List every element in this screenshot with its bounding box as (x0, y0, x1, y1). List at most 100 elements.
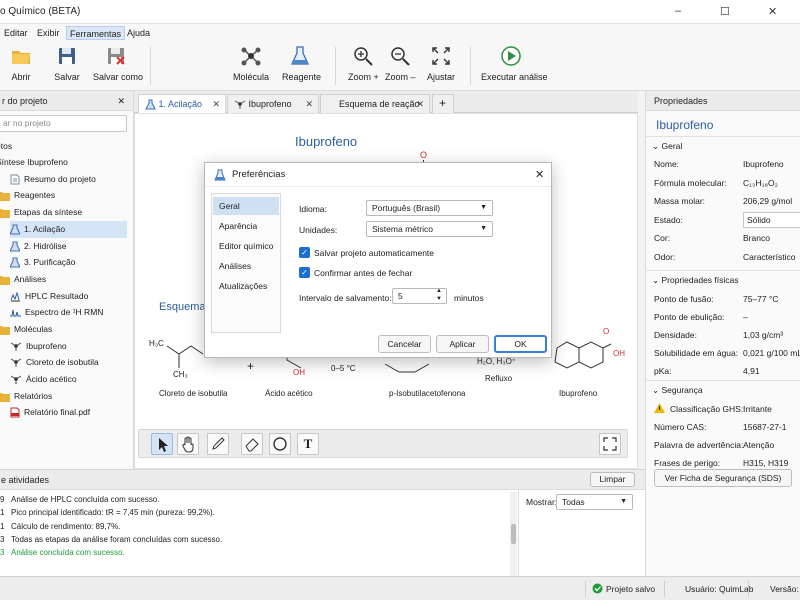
tree-item[interactable]: 2. Hidrólise (10, 238, 134, 255)
language-select[interactable]: Português (Brasil) ▼ (366, 200, 493, 216)
section-general[interactable]: ⌄ Geral (646, 136, 800, 154)
folder-icon (0, 208, 10, 218)
category-item[interactable]: Geral (213, 197, 279, 215)
confirm-close-checkbox[interactable]: ✓ (299, 267, 310, 278)
pencil-tool[interactable] (207, 433, 229, 455)
tab-ibuprofeno[interactable]: Ibuprofeno ✕ (227, 94, 319, 113)
units-value: Sistema métrico (372, 224, 433, 234)
tree-item[interactable]: HPLC Resultado (10, 288, 134, 305)
folder-icon (0, 191, 10, 201)
select-tool[interactable] (151, 433, 173, 455)
reagent-label: Reagente (282, 72, 322, 82)
tree-item[interactable]: Resumo do projeto (10, 171, 134, 188)
run-analysis-label: Executar análise (481, 72, 548, 82)
sds-button[interactable]: Ver Ficha de Segurança (SDS) (654, 469, 792, 487)
warning-icon (654, 403, 665, 413)
tree-item[interactable]: etos (0, 138, 134, 155)
maximize-button[interactable]: ☐ (720, 5, 730, 18)
hand-tool[interactable] (177, 433, 199, 455)
property-row: Nome: Ibuprofeno (646, 155, 800, 173)
cancel-button[interactable]: Cancelar (378, 335, 431, 353)
close-icon[interactable]: ✕ (117, 91, 125, 111)
units-select[interactable]: Sistema métrico ▼ (366, 221, 493, 237)
tree-item[interactable]: Moléculas (0, 321, 134, 338)
new-tab-button[interactable]: + (432, 94, 454, 113)
tree-item-label: 3. Purificação (24, 257, 76, 267)
dialog-title: Preferências (205, 163, 551, 187)
status-separator (664, 581, 665, 597)
property-row: Estado: Sólido (646, 211, 800, 229)
tree-item[interactable]: Etapas da síntese (0, 204, 134, 221)
ok-button[interactable]: OK (494, 335, 547, 353)
interval-spinbox[interactable]: 5 ▲ ▼ (392, 288, 447, 304)
document-icon (10, 174, 20, 185)
tree-item-label: etos (0, 141, 13, 151)
log-scrollbar[interactable] (510, 492, 517, 577)
tree-item[interactable]: Cloreto de isobutila (10, 354, 134, 371)
minimize-button[interactable]: – (675, 5, 681, 17)
section-physical[interactable]: ⌄ Propriedades físicas (646, 270, 800, 288)
tree-item[interactable]: Espectro de ¹H RMN (10, 304, 134, 321)
menu-exibir[interactable]: Exibir (34, 26, 63, 40)
stepper-arrows-icon[interactable]: ▲ ▼ (436, 287, 442, 303)
scroll-thumb[interactable] (511, 524, 516, 544)
tree-item[interactable]: Ibuprofeno (10, 338, 134, 355)
tab-esquema-reacao[interactable]: Esquema de reação ✕ (320, 94, 430, 113)
text-tool[interactable]: T (297, 433, 319, 455)
apply-button[interactable]: Aplicar (436, 335, 489, 353)
project-search-input[interactable]: ar no projeto (0, 115, 127, 132)
properties-header: Propriedades (646, 91, 800, 111)
menu-ferramentas[interactable]: Ferramentas (66, 26, 126, 40)
tree-item[interactable]: 1. Acilação (10, 221, 127, 238)
eraser-tool[interactable] (241, 433, 263, 455)
menu-ajuda[interactable]: Ajuda (124, 26, 153, 40)
tree-item[interactable]: Relatório final.pdf (10, 404, 134, 421)
tree-item[interactable]: Síntese Ibuprofeno (0, 154, 134, 171)
tab-acilacao[interactable]: 1. Acilação ✕ (138, 94, 226, 113)
toolbar-separator (470, 47, 471, 85)
confirm-close-label: Confirmar antes de fechar (314, 268, 413, 278)
fit-button[interactable]: Ajustar (426, 45, 456, 89)
tree-item[interactable]: 3. Purificação (10, 254, 134, 271)
close-dialog-icon[interactable]: ✕ (535, 168, 544, 181)
close-tab-icon[interactable]: ✕ (416, 95, 424, 113)
open-button[interactable]: Abrir (8, 45, 34, 89)
project-explorer-header: r do projeto ✕ (0, 91, 133, 111)
property-value: Característico (743, 251, 796, 262)
category-item[interactable]: Aparência (213, 217, 279, 235)
log-time: 3 (0, 534, 5, 544)
category-item[interactable]: Atualizações (213, 277, 279, 295)
circle-tool[interactable] (269, 433, 291, 455)
autosave-checkbox[interactable]: ✓ (299, 247, 310, 258)
filter-select[interactable]: Todas ▼ (556, 494, 633, 510)
oh-label: OH (613, 349, 625, 358)
section-safety[interactable]: ⌄ Segurança (646, 380, 800, 398)
close-window-button[interactable]: ✕ (768, 5, 777, 18)
zoom-in-button[interactable]: Zoom + (348, 45, 379, 89)
molecule-button[interactable]: Molécula (233, 45, 269, 89)
tree-item-label: Análises (14, 274, 47, 284)
close-tab-icon[interactable]: ✕ (305, 95, 313, 113)
tree-item[interactable]: Reagentes (0, 187, 134, 204)
clear-log-button[interactable]: Limpar (590, 472, 635, 487)
save-as-button[interactable]: Salvar como (93, 45, 143, 89)
tree-item[interactable]: Ácido acético (10, 371, 134, 388)
reagent-button[interactable]: Reagente (282, 45, 322, 89)
tree-item[interactable]: Análises (0, 271, 134, 288)
preferences-categories: Geral Aparência Editor químico Análises Atua… (211, 193, 281, 333)
tree-item[interactable]: Relatórios (0, 388, 134, 405)
category-item[interactable]: Análises (213, 257, 279, 275)
property-row: Solubilidade em água: 0,021 g/100 mL ( (646, 344, 800, 362)
close-tab-icon[interactable]: ✕ (212, 95, 220, 113)
tree-item-label: Relatório final.pdf (24, 407, 91, 417)
property-value[interactable]: Sólido (743, 211, 800, 228)
zoom-out-button[interactable]: Zoom – (385, 45, 416, 89)
property-value: Branco (743, 233, 770, 243)
menu-editar[interactable]: Editar (1, 26, 31, 40)
property-row: pKa: 4,91 (646, 362, 800, 380)
run-analysis-button[interactable]: Executar análise (481, 45, 548, 89)
category-item[interactable]: Editor químico (213, 237, 279, 255)
save-button[interactable]: Salvar (54, 45, 80, 89)
fullscreen-button[interactable] (599, 433, 621, 455)
interval-unit: minutos (454, 293, 484, 303)
